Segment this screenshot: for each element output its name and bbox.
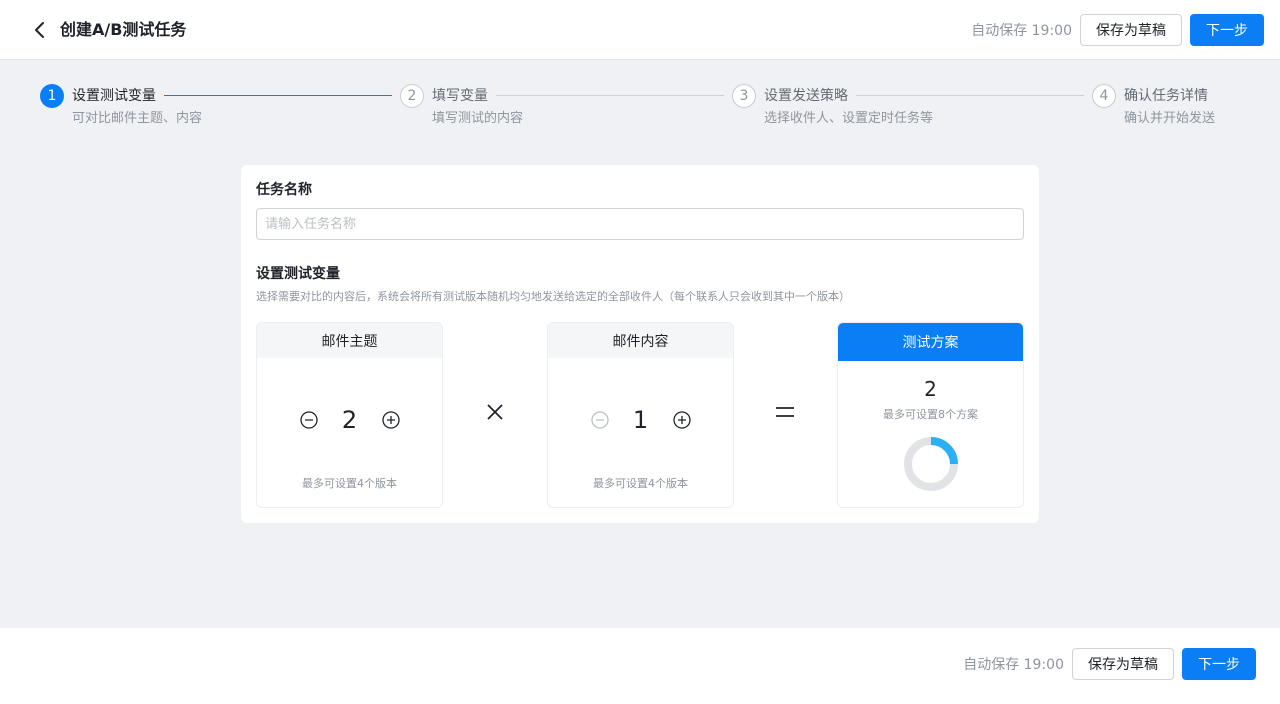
step-number: 3 [732,84,756,108]
content-variable-box: 邮件内容 1 最多可设置4个版本 [547,322,734,508]
bottom-bar: 自动保存 19:00 保存为草稿 下一步 [0,628,1280,704]
multiply-icon [480,397,510,427]
step-title: 设置发送策略 [764,88,848,104]
subject-variable-box: 邮件主题 2 最多可设置4个版本 [256,322,443,508]
top-bar: 创建A/B测试任务 自动保存 19:00 保存为草稿 下一步 [0,0,1280,60]
subject-version-stepper: 2 [257,405,442,435]
step-title: 确认任务详情 [1124,88,1208,104]
step-title: 设置测试变量 [72,88,156,104]
test-plan-result-box: 测试方案 2 最多可设置8个方案 [837,322,1024,508]
plus-circle-icon [672,411,691,429]
back-button[interactable] [28,18,52,42]
test-plan-count: 2 [924,377,937,401]
page-title: 创建A/B测试任务 [60,20,187,39]
content-decrement-button[interactable] [590,411,609,429]
footer-save-draft-button[interactable]: 保存为草稿 [1072,648,1174,680]
step-description: 确认并开始发送 [1124,111,1216,126]
content-increment-button[interactable] [672,411,691,429]
test-plan-title: 测试方案 [838,323,1023,361]
test-variables-label: 设置测试变量 [256,266,340,282]
subject-increment-button[interactable] [381,411,400,429]
content-version-stepper: 1 [548,405,733,435]
step-title: 填写变量 [432,88,488,104]
stepper-progress: 1 设置测试变量 可对比邮件主题、内容 2 填写变量 填写测试的内容 3 设置发… [40,84,1240,134]
task-name-label: 任务名称 [256,182,312,198]
step-connector [164,95,392,96]
step-number: 4 [1092,84,1116,108]
subject-version-limit: 最多可设置4个版本 [302,477,397,490]
step-description: 可对比邮件主题、内容 [72,111,203,126]
minus-circle-icon [590,411,609,429]
equals-icon [770,397,800,427]
ab-test-form-card: 任务名称 设置测试变量 选择需要对比的内容后，系统会将所有测试版本随机均匀地发送… [241,165,1039,523]
minus-circle-icon [299,411,318,429]
test-plan-usage-donut [904,437,958,491]
subject-box-title: 邮件主题 [257,323,442,358]
footer-autosave-status: 自动保存 19:00 [963,657,1064,673]
step-connector [496,95,724,96]
top-actions: 自动保存 19:00 保存为草稿 下一步 [971,14,1264,46]
footer-next-step-button[interactable]: 下一步 [1182,648,1256,680]
chevron-left-icon [35,22,44,38]
autosave-status: 自动保存 19:00 [971,23,1072,39]
task-name-input[interactable] [256,208,1024,240]
step-number: 1 [40,84,64,108]
step-description: 选择收件人、设置定时任务等 [764,111,934,126]
subject-decrement-button[interactable] [299,411,318,429]
content-version-limit: 最多可设置4个版本 [593,477,688,490]
test-plan-limit: 最多可设置8个方案 [883,408,978,421]
next-step-button[interactable]: 下一步 [1190,14,1264,46]
step-description: 填写测试的内容 [432,111,524,126]
content-box-title: 邮件内容 [548,323,733,358]
subject-version-count: 2 [341,406,358,434]
test-variables-hint: 选择需要对比的内容后，系统会将所有测试版本随机均匀地发送给选定的全部收件人（每个… [256,290,850,303]
content-version-count: 1 [632,406,649,434]
step-connector [856,95,1084,96]
step-number: 2 [400,84,424,108]
bottom-actions: 自动保存 19:00 保存为草稿 下一步 [963,648,1256,680]
save-draft-button[interactable]: 保存为草稿 [1080,14,1182,46]
plus-circle-icon [381,411,400,429]
